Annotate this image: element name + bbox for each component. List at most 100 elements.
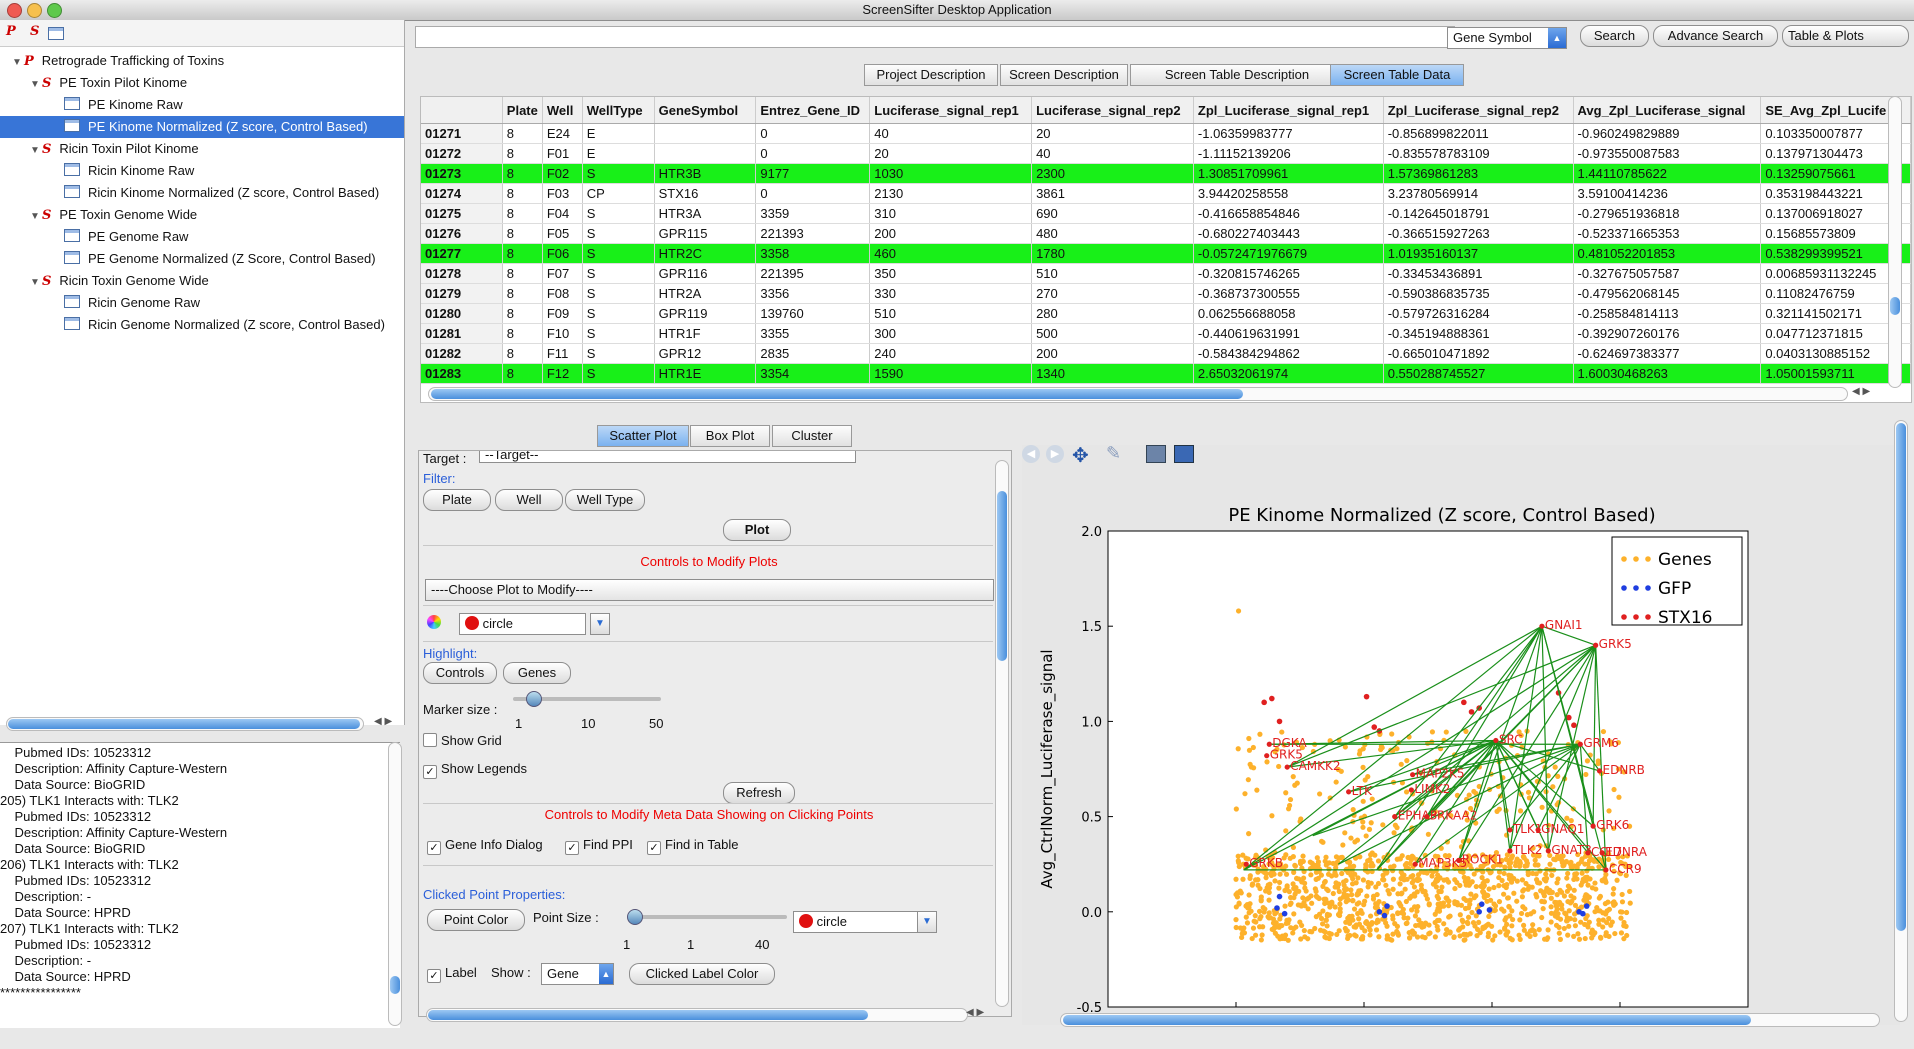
column-header[interactable]: Avg_Zpl_Luciferase_signal (1573, 97, 1762, 124)
genes-point[interactable] (1611, 786, 1617, 793)
tree-item-table[interactable]: PE Genome Raw (0, 226, 404, 248)
genes-point[interactable] (1350, 898, 1356, 904)
gene-label-point[interactable] (1577, 741, 1583, 747)
genes-point[interactable] (1589, 885, 1596, 891)
genes-point[interactable] (1539, 914, 1545, 921)
genes-point[interactable] (1367, 927, 1373, 933)
genes-point[interactable] (1618, 930, 1625, 936)
genes-point[interactable] (1465, 876, 1471, 882)
highlight-controls-button[interactable]: Controls (423, 662, 497, 684)
genes-point[interactable] (1511, 890, 1517, 896)
genes-point[interactable] (1454, 879, 1460, 886)
genes-point[interactable] (1242, 791, 1248, 797)
genes-point[interactable] (1245, 903, 1252, 910)
gfp-point[interactable] (1478, 901, 1485, 907)
genes-point[interactable] (1604, 920, 1610, 926)
genes-point[interactable] (1299, 922, 1305, 929)
zoom-rect-icon[interactable]: ✎ (1106, 443, 1121, 464)
table-cell[interactable]: 40 (869, 123, 1033, 144)
table-cell[interactable]: S (582, 323, 655, 344)
genes-point[interactable] (1293, 884, 1299, 891)
table-cell[interactable]: -0.142645018791 (1383, 203, 1574, 224)
show-legends-checkbox[interactable]: ✓ Show Legends (423, 761, 527, 779)
genes-point[interactable] (1337, 901, 1343, 907)
genes-point[interactable] (1497, 929, 1503, 935)
genes-point[interactable] (1611, 886, 1617, 892)
genes-point[interactable] (1394, 928, 1400, 935)
genes-point[interactable] (1246, 831, 1252, 837)
genes-point[interactable] (1548, 895, 1554, 901)
genes-point[interactable] (1283, 920, 1289, 927)
genes-point[interactable] (1258, 937, 1264, 943)
genes-point[interactable] (1394, 923, 1401, 929)
table-cell[interactable]: 221393 (755, 223, 871, 244)
gene-label[interactable]: ROCK1 (1462, 852, 1504, 866)
table-cell[interactable]: 310 (869, 203, 1033, 224)
genes-point[interactable] (1621, 936, 1627, 942)
genes-point[interactable] (1317, 791, 1323, 797)
genes-point[interactable] (1316, 911, 1323, 917)
genes-point[interactable] (1507, 913, 1513, 919)
genes-point[interactable] (1457, 933, 1463, 939)
genes-point[interactable] (1235, 746, 1241, 752)
table-cell[interactable]: 8 (502, 163, 543, 184)
genes-point[interactable] (1348, 872, 1354, 878)
genes-point[interactable] (1284, 883, 1290, 889)
genes-point[interactable] (1488, 897, 1494, 903)
genes-point[interactable] (1429, 729, 1436, 735)
table-cell[interactable]: 01281 (421, 323, 503, 344)
genes-point[interactable] (1596, 895, 1602, 901)
genes-point[interactable] (1595, 758, 1601, 764)
table-cell[interactable]: -0.345194888361 (1383, 323, 1574, 344)
plot-horizontal-scrollbar[interactable] (1060, 1013, 1880, 1027)
genes-point[interactable] (1244, 920, 1251, 926)
table-cell[interactable]: 0.062556688058 (1193, 303, 1384, 324)
genes-point[interactable] (1465, 914, 1472, 920)
genes-point[interactable] (1521, 887, 1527, 893)
table-cell[interactable]: S (582, 303, 655, 324)
genes-point[interactable] (1373, 927, 1380, 933)
table-cell[interactable]: F11 (542, 343, 583, 364)
table-cell[interactable]: 2.65032061974 (1193, 363, 1384, 384)
genes-point[interactable] (1516, 932, 1522, 938)
genes-point[interactable] (1374, 891, 1380, 898)
table-cell[interactable]: 01275 (421, 203, 503, 224)
gene-label-point[interactable] (1264, 753, 1270, 759)
genes-point[interactable] (1380, 822, 1386, 828)
clicked-shape-select[interactable]: circle (793, 911, 920, 933)
disclosure-triangle-icon[interactable]: ▼ (30, 74, 42, 96)
gene-label[interactable]: EDNRB (1603, 763, 1645, 777)
table-cell[interactable]: -0.960249829889 (1573, 123, 1762, 144)
table-cell[interactable]: 01276 (421, 223, 503, 244)
disclosure-triangle-icon[interactable]: ▼ (12, 52, 24, 74)
table-cell[interactable]: F02 (542, 163, 583, 184)
genes-point[interactable] (1362, 928, 1368, 934)
controls-vertical-scrollbar[interactable] (995, 460, 1009, 1007)
table-cell[interactable]: -1.11152139206 (1193, 143, 1384, 164)
genes-point[interactable] (1599, 878, 1606, 884)
genes-point[interactable] (1252, 913, 1258, 919)
minimize-window-button[interactable] (27, 3, 42, 18)
tree-item-screen[interactable]: ▼ S Ricin Toxin Pilot Kinome (0, 138, 404, 160)
table-cell[interactable]: -0.416658854846 (1193, 203, 1384, 224)
genes-point[interactable] (1501, 870, 1507, 877)
genes-point[interactable] (1425, 831, 1431, 837)
genes-point[interactable] (1464, 932, 1470, 938)
genes-point[interactable] (1240, 852, 1246, 858)
genes-point[interactable] (1499, 906, 1505, 912)
point-size-slider[interactable] (627, 909, 787, 925)
chevron-down-icon[interactable]: ▼ (917, 911, 937, 933)
genes-point[interactable] (1330, 860, 1336, 867)
table-cell[interactable]: -0.856899822011 (1383, 123, 1574, 144)
genes-point[interactable] (1558, 889, 1565, 895)
genes-point[interactable] (1356, 900, 1362, 906)
table-cell[interactable]: 01282 (421, 343, 503, 364)
filter-well-button[interactable]: Well (495, 489, 563, 511)
genes-point[interactable] (1343, 877, 1349, 884)
genes-point[interactable] (1505, 895, 1511, 901)
filter-well-type-button[interactable]: Well Type (565, 489, 645, 511)
genes-point[interactable] (1565, 932, 1571, 938)
genes-point[interactable] (1358, 936, 1364, 942)
genes-point[interactable] (1538, 888, 1544, 894)
genes-point[interactable] (1572, 871, 1578, 877)
